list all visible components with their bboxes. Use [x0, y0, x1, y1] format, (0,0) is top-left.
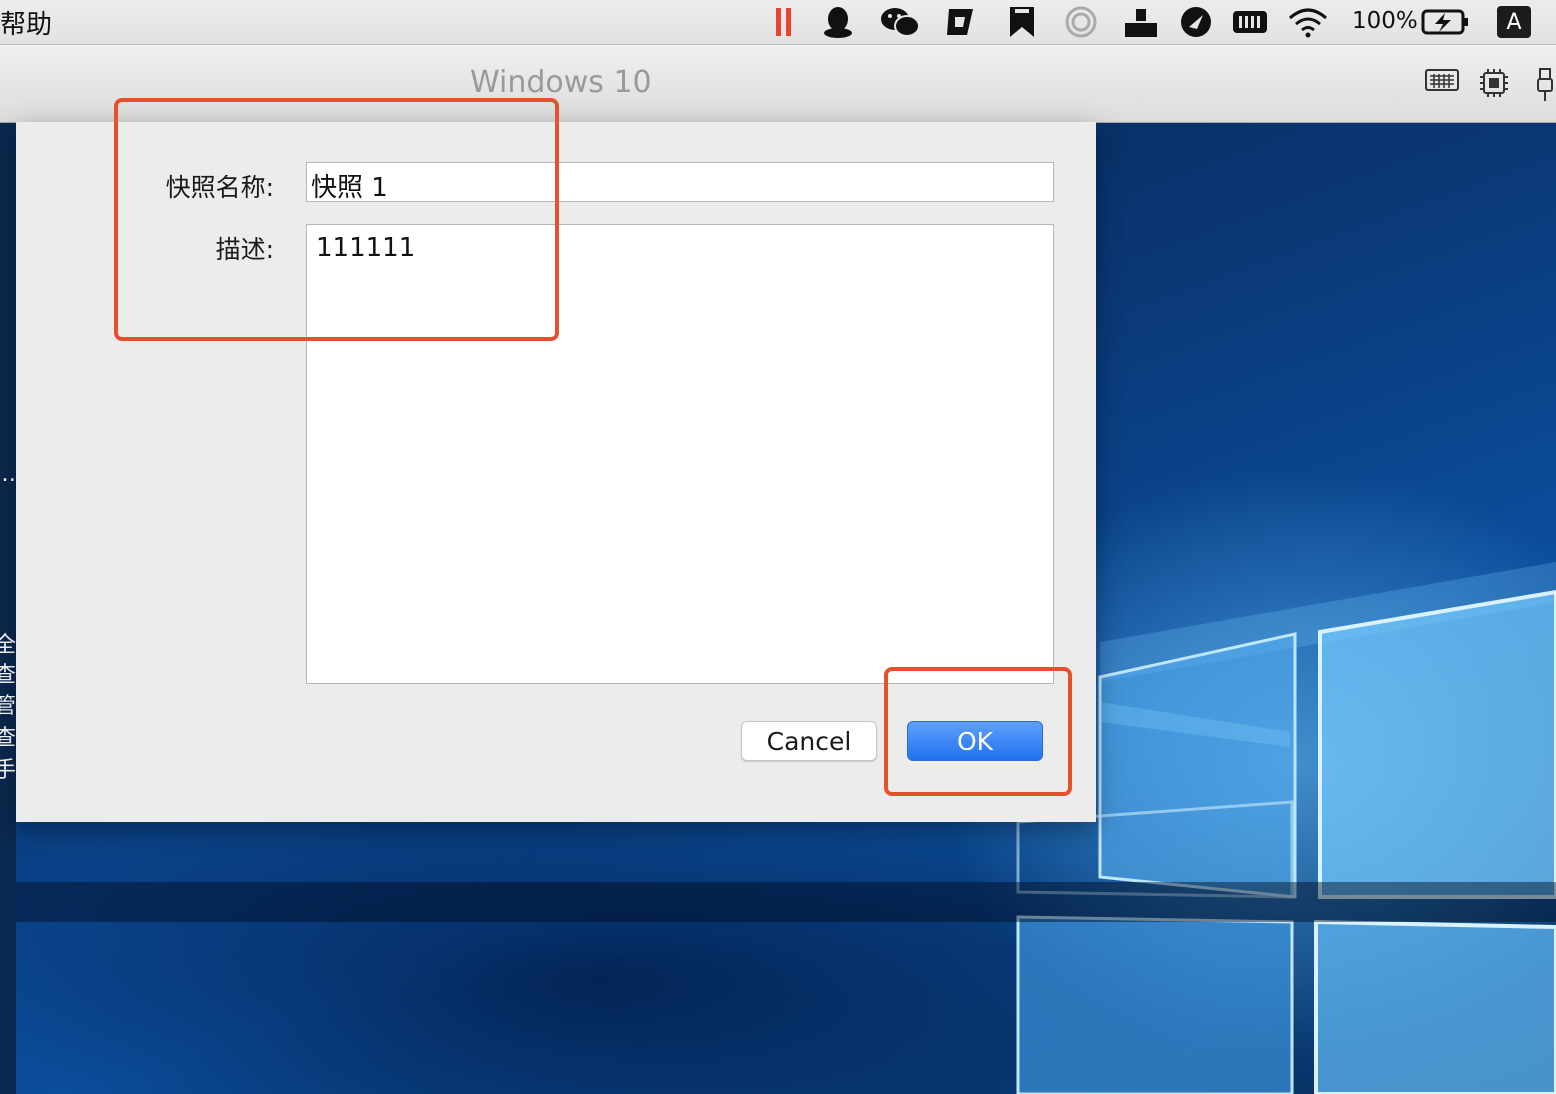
menu-item-help[interactable]: 帮助 [0, 4, 52, 41]
wechat-icon[interactable] [878, 4, 922, 40]
input-source-indicator[interactable]: A [1497, 6, 1531, 38]
strip-char: … [0, 462, 16, 487]
feather-icon[interactable] [1178, 4, 1214, 40]
mac-menu-bar: 帮助 100% A [0, 0, 1556, 45]
memory-icon[interactable] [1230, 4, 1270, 40]
keyboard-icon[interactable] [1425, 67, 1459, 97]
annotation-box-ok [884, 667, 1072, 796]
cpu-icon[interactable] [1478, 67, 1510, 103]
strip-char: 手 [0, 758, 16, 783]
strip-char: 查 [0, 726, 16, 751]
strip-char: 全 [0, 633, 16, 658]
usb-icon[interactable] [1535, 67, 1555, 107]
pause-icon[interactable] [772, 4, 796, 40]
wifi-icon[interactable] [1286, 4, 1330, 40]
strip-char: 管 [0, 694, 16, 719]
dropbox-like-icon[interactable] [1122, 4, 1160, 40]
strip-char: 查 [0, 663, 16, 688]
qq-icon[interactable] [820, 4, 856, 40]
cancel-button[interactable]: Cancel [741, 721, 877, 761]
battery-charging-icon[interactable] [1420, 4, 1470, 40]
battery-percent: 100% [1352, 8, 1418, 34]
annotation-box-fields [114, 98, 559, 341]
g-app-icon[interactable] [942, 4, 978, 40]
vm-window-title: Windows 10 [470, 65, 652, 100]
bookmark-app-icon[interactable] [1006, 4, 1038, 40]
desktop-icon-labels-strip: … 全 查 管 查 手 [0, 122, 16, 1094]
spiral-app-icon[interactable] [1062, 4, 1100, 40]
